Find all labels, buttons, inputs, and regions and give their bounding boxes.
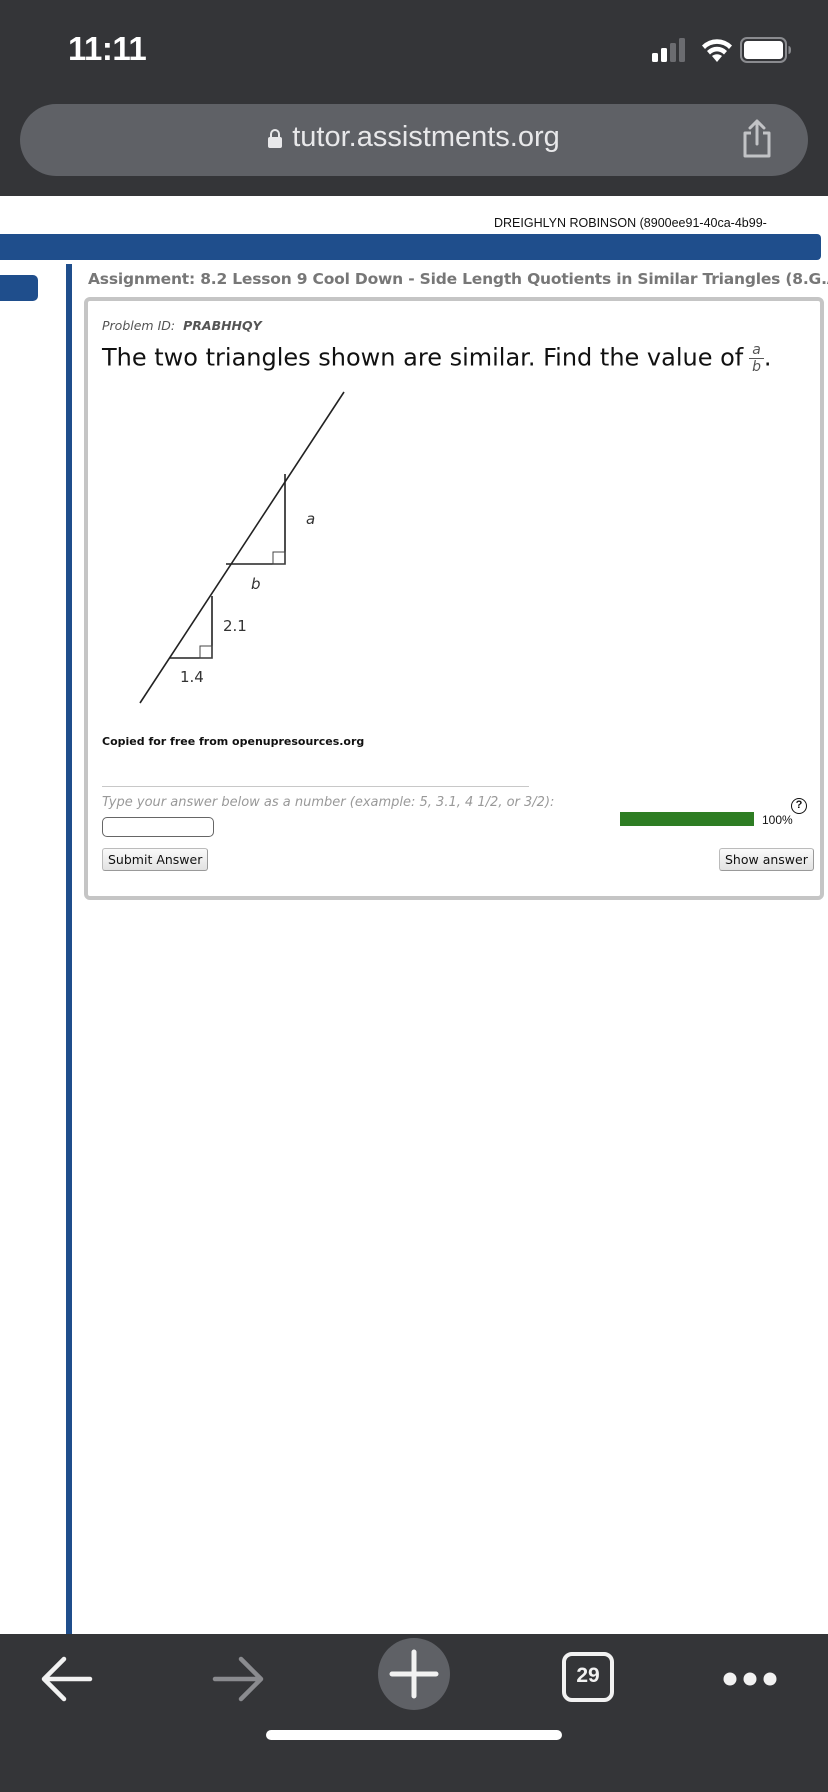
url-display[interactable]: tutor.assistments.org: [20, 121, 808, 154]
similar-triangles-diagram: a b 2.1 1.4: [139, 391, 345, 704]
share-icon[interactable]: [740, 118, 774, 158]
problem-id: Problem ID: PRABHHQY: [102, 318, 262, 333]
browser-bottom-toolbar: 29: [0, 1634, 828, 1792]
fraction-denominator: b: [752, 359, 761, 375]
sidebar-toggle[interactable]: [0, 275, 38, 301]
large-triangle: [226, 474, 286, 565]
label-1-4: 1.4: [180, 668, 204, 686]
browser-top-chrome: 11:11 tutor.assistments.org: [0, 0, 828, 196]
assignment-title: Assignment: 8.2 Lesson 9 Cool Down - Sid…: [88, 270, 828, 288]
question-text: The two triangles shown are similar. Fin…: [102, 343, 771, 374]
answer-prompt: Type your answer below as a number (exam…: [102, 795, 555, 810]
progress-fill: [620, 812, 754, 826]
show-answer-button[interactable]: Show answer: [719, 848, 814, 871]
battery-icon: [740, 37, 791, 63]
small-right-angle-mark: [199, 645, 213, 659]
progress-label: 100%: [762, 813, 793, 827]
status-time: 11:11: [68, 30, 147, 67]
content-left-border: [66, 264, 72, 1634]
tab-count: 29: [576, 1664, 600, 1687]
problem-id-value: PRABHHQY: [183, 318, 262, 333]
home-indicator[interactable]: [266, 1730, 562, 1740]
cellular-signal-icon: [652, 38, 688, 62]
transversal-line: [139, 391, 345, 704]
lock-icon: [268, 129, 283, 148]
fraction-a-over-b: ab: [749, 343, 764, 374]
divider: [102, 786, 529, 787]
more-dots-icon[interactable]: [715, 1644, 785, 1714]
question-end: .: [763, 343, 772, 372]
wifi-icon: [702, 39, 732, 62]
url-bar[interactable]: tutor.assistments.org: [20, 104, 808, 176]
problem-card: Problem ID: PRABHHQY The two triangles sh…: [84, 297, 824, 900]
submit-answer-button[interactable]: Submit Answer: [102, 848, 209, 871]
web-page: DREIGHLYN ROBINSON (8900ee91-40ca-4b99- …: [0, 196, 828, 1634]
problem-id-label: Problem ID:: [102, 318, 176, 333]
label-2-1: 2.1: [223, 617, 247, 635]
label-a: a: [306, 510, 315, 528]
help-icon[interactable]: ?: [791, 798, 807, 814]
question-body: The two triangles shown are similar. Fin…: [102, 343, 744, 372]
fraction-numerator: a: [749, 343, 764, 359]
plus-icon[interactable]: [378, 1638, 450, 1710]
answer-input[interactable]: [102, 817, 214, 837]
user-name: DREIGHLYN ROBINSON (8900ee91-40ca-4b99-: [494, 216, 767, 230]
progress-bar: [620, 812, 754, 826]
tabs-icon[interactable]: 29: [562, 1652, 614, 1702]
arrow-left-icon[interactable]: [30, 1644, 100, 1714]
source-credit: Copied for free from openupresources.org: [102, 735, 365, 748]
large-right-angle-mark: [272, 551, 286, 565]
label-b: b: [251, 575, 261, 593]
header-bar: [0, 234, 821, 260]
url-text: tutor.assistments.org: [292, 121, 560, 153]
arrow-right-icon[interactable]: [205, 1644, 275, 1714]
